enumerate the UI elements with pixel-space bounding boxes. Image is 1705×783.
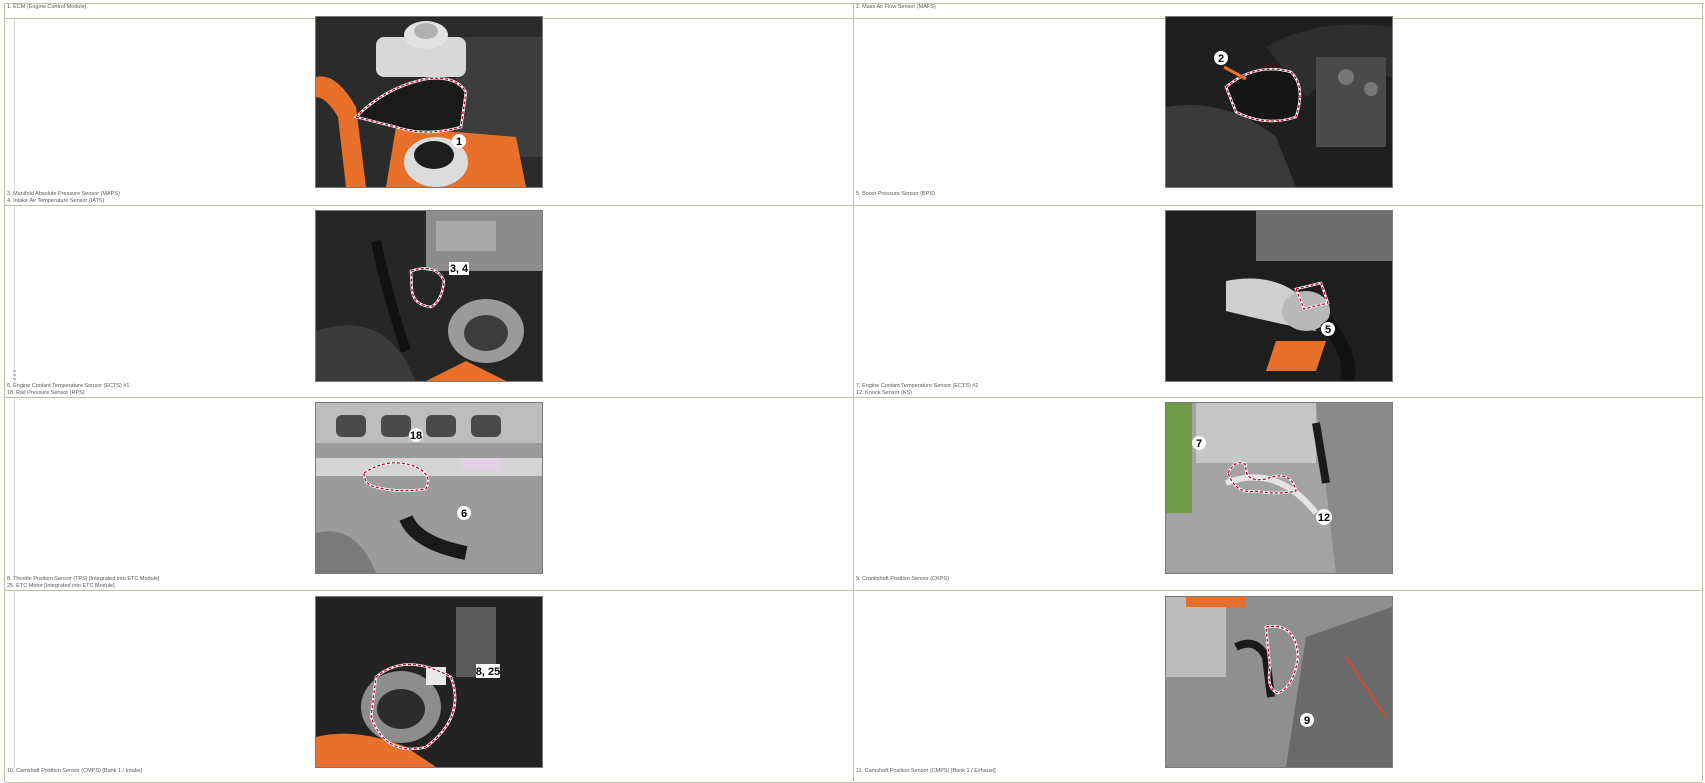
callout-marker: 18 <box>410 430 422 442</box>
caption-ckps: 9. Crankshaft Position Sensor (CKPS) <box>854 576 1702 591</box>
photo-bps: 5 <box>1165 210 1393 382</box>
caption-tps-etc: 8. Throttle Position Sensor (TPS) [Integ… <box>5 576 853 591</box>
photo-ecm: 1 <box>315 16 543 188</box>
caption-maps-iats: 3. Manifold Absolute Pressure Sensor (MA… <box>5 191 853 206</box>
caption-ects2-ks: 7. Engine Coolant Temperature Sensor (EC… <box>854 383 1702 398</box>
photo-ects2-ks: 7 12 <box>1165 402 1393 574</box>
callout-marker: 3, 4 <box>450 263 469 275</box>
photo-ckps: 9 <box>1165 596 1393 768</box>
caption-bps: 5. Boost Pressure Sensor (BPS) <box>854 191 1702 206</box>
photo-tps-etc: 8, 25 <box>315 596 543 768</box>
caption-ects1-rps: 6. Engine Coolant Temperature Sensor (EC… <box>5 383 853 398</box>
column-divider-right <box>1702 3 1703 781</box>
photo-mafs: 2 <box>1165 16 1393 188</box>
photo-maps-iats: 3, 4 <box>315 210 543 382</box>
callout-marker: 9 <box>1304 715 1310 727</box>
photo-ects1-rps: 18 6 <box>315 402 543 574</box>
callout-marker: 7 <box>1196 438 1202 450</box>
callout-marker: 2 <box>1218 53 1224 65</box>
vertical-text-glyph-icon <box>12 368 18 380</box>
callout-marker: 8, 25 <box>476 666 500 678</box>
callout-marker: 1 <box>456 136 462 148</box>
callout-marker: 12 <box>1318 512 1330 524</box>
callout-marker: 6 <box>461 508 467 520</box>
callout-marker: 5 <box>1325 324 1331 336</box>
